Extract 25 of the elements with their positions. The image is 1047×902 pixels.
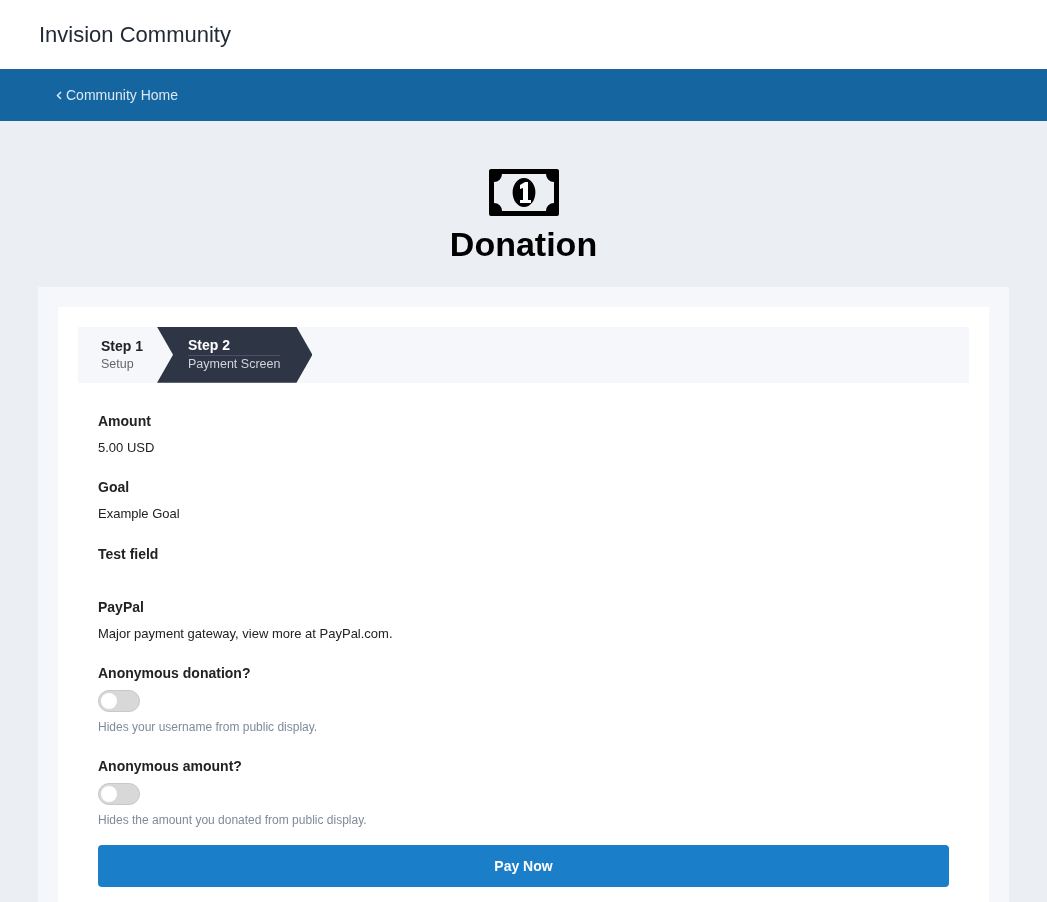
toggle-switch[interactable]	[98, 690, 140, 713]
chevron-left-icon	[56, 90, 62, 100]
field-label: Anonymous donation?	[98, 664, 252, 684]
field-value: Major payment gateway, view more at PayPal.com.	[98, 624, 394, 643]
step-tab[interactable]: Step 1 Setup	[78, 326, 157, 383]
field-label: Goal	[98, 478, 131, 498]
field-label: PayPal	[98, 597, 145, 617]
step-title: Step 1	[101, 336, 143, 356]
field-value: 5.00 USD	[98, 438, 156, 457]
site-title[interactable]: Invision Community	[39, 18, 231, 51]
pay-now-button[interactable]: Pay Now	[98, 845, 949, 888]
field-label: Amount	[98, 411, 152, 431]
step-tab[interactable]: Step 2 Payment Screen	[157, 326, 313, 383]
field-description: Hides your username from public display.	[98, 719, 319, 737]
field-label: Anonymous amount?	[98, 757, 243, 777]
banknote-icon	[488, 169, 559, 216]
field-description: Hides the amount you donated from public display.	[98, 812, 368, 830]
field-label: Test field	[98, 544, 160, 564]
toggle-switch[interactable]	[98, 783, 140, 806]
step-title: Step 2	[188, 336, 232, 356]
back-link[interactable]: Community Home	[56, 84, 179, 106]
step-subtitle: Setup	[101, 355, 135, 373]
field-value: Example Goal	[98, 505, 181, 524]
step-subtitle: Payment Screen	[188, 355, 281, 374]
page-title: Donation	[449, 224, 598, 265]
